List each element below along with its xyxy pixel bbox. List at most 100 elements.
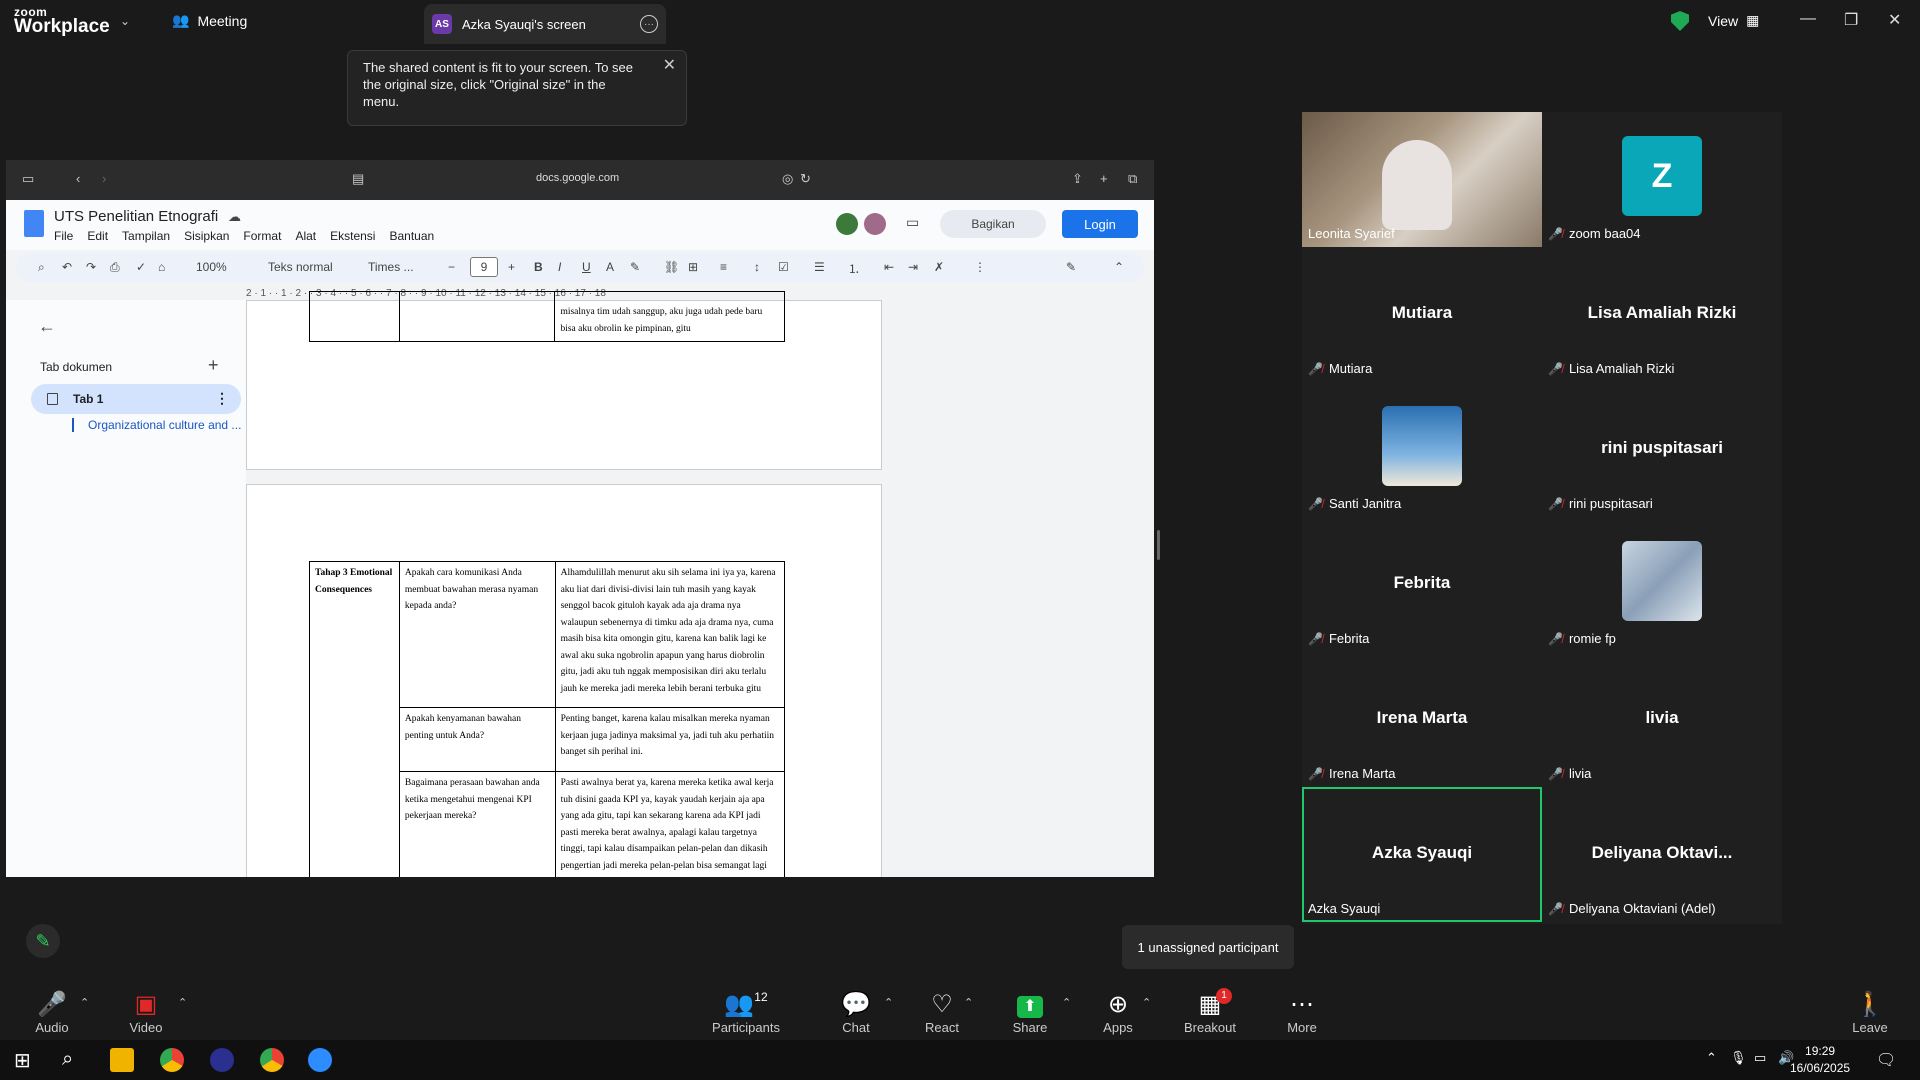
style-select[interactable]: Teks normal [268, 260, 333, 274]
restore-icon[interactable]: ❐ [1844, 10, 1858, 30]
chat-options-chevron-icon[interactable]: ⌃ [884, 996, 893, 1009]
menu-help[interactable]: Bantuan [389, 229, 434, 243]
undo-icon[interactable]: ↶ [62, 260, 72, 274]
paint-format-icon[interactable]: ⌂ [158, 260, 165, 274]
menu-format[interactable]: Format [243, 229, 281, 243]
search-icon[interactable]: ⌕ [38, 260, 45, 275]
collapse-icon[interactable]: ⌃ [1114, 260, 1124, 274]
participant-tile[interactable]: rini puspitasari 🎤̸ rini puspitasari [1542, 382, 1782, 517]
minimize-icon[interactable]: — [1800, 10, 1816, 28]
apps-button[interactable]: ⊕ Apps [1096, 990, 1140, 1035]
resize-handle[interactable] [1157, 530, 1160, 560]
more-vert-icon[interactable]: ⋮ [215, 390, 229, 407]
bullet-list-icon[interactable]: ☰ [814, 260, 825, 274]
bold-icon[interactable]: B [534, 260, 543, 274]
share-icon[interactable]: ⇪ [1072, 171, 1083, 187]
underline-icon[interactable]: U [582, 260, 591, 274]
document-title[interactable]: UTS Penelitian Etnografi [54, 208, 218, 225]
new-tab-icon[interactable]: + [1100, 171, 1108, 186]
participant-tile[interactable]: livia 🎤̸ livia [1542, 652, 1782, 787]
network-icon[interactable]: ▭ [1754, 1050, 1766, 1066]
tabs-overview-icon[interactable]: ⧉ [1128, 171, 1137, 187]
comment-icon[interactable]: ▭ [906, 214, 919, 231]
spellcheck-icon[interactable]: ✓ [136, 260, 146, 274]
url-text[interactable]: docs.google.com [536, 172, 619, 184]
shield-icon[interactable] [1671, 11, 1689, 31]
cloud-icon[interactable]: ☁ [228, 209, 241, 225]
audio-button[interactable]: 🎤 Audio [30, 990, 74, 1035]
collaborator-avatar[interactable] [836, 213, 858, 235]
more-button[interactable]: ⋯ More [1282, 990, 1322, 1035]
show-hidden-icons-icon[interactable]: ⌃ [1706, 1050, 1717, 1066]
chat-button[interactable]: 💬 Chat [836, 990, 876, 1035]
annotate-pencil-icon[interactable]: ✎ [26, 924, 60, 958]
increase-font-icon[interactable]: + [508, 260, 515, 274]
video-button[interactable]: ▣ Video [124, 990, 168, 1035]
font-select[interactable]: Times ... [368, 260, 414, 274]
checklist-icon[interactable]: ☑ [778, 260, 789, 274]
link-icon[interactable]: ⛓ [664, 260, 679, 274]
notifications-icon[interactable]: 🗨 [1876, 1050, 1896, 1070]
participant-tile-active-speaker[interactable]: Azka Syauqi Azka Syauqi [1302, 787, 1542, 922]
sidebar-toggle-icon[interactable]: ▭ [22, 171, 34, 187]
collaborator-avatar[interactable] [864, 213, 886, 235]
outline-item[interactable]: Organizational culture and ... [72, 418, 241, 432]
share-button[interactable]: Bagikan [940, 210, 1046, 238]
reader-icon[interactable]: ▤ [352, 171, 364, 187]
participant-tile[interactable]: 🎤̸ romie fp [1542, 517, 1782, 652]
chevron-down-icon[interactable]: ⌄ [120, 14, 130, 28]
docs-logo-icon[interactable] [24, 210, 44, 237]
menu-edit[interactable]: Edit [87, 229, 108, 243]
shared-screen-tab[interactable]: AS Azka Syauqi's screen ··· [424, 4, 666, 44]
line-spacing-icon[interactable]: ↕ [754, 260, 760, 274]
redo-icon[interactable]: ↷ [86, 260, 96, 274]
apps-options-chevron-icon[interactable]: ⌃ [1142, 996, 1151, 1009]
highlight-icon[interactable]: ✎ [630, 260, 640, 274]
decrease-indent-icon[interactable]: ⇤ [884, 260, 894, 274]
align-icon[interactable]: ≡ [720, 260, 727, 274]
menu-extensions[interactable]: Ekstensi [330, 229, 375, 243]
chrome-icon[interactable] [260, 1048, 284, 1072]
font-size-input[interactable]: 9 [470, 257, 498, 277]
back-arrow-icon[interactable]: ← [38, 316, 56, 337]
menu-tools[interactable]: Alat [295, 229, 316, 243]
add-tab-icon[interactable]: + [208, 355, 219, 376]
app-icon[interactable] [210, 1048, 234, 1072]
participant-tile[interactable]: Irena Marta 🎤̸ Irena Marta [1302, 652, 1542, 787]
participant-tile[interactable]: Deliyana Oktavi... 🎤̸ Deliyana Oktaviani … [1542, 787, 1782, 922]
clear-format-icon[interactable]: ✗ [934, 260, 944, 274]
microphone-icon[interactable]: 🎙 [1730, 1050, 1747, 1066]
more-options-icon[interactable]: ··· [640, 15, 658, 33]
zoom-logo[interactable]: zoom Workplace [14, 6, 110, 36]
participant-tile[interactable]: Febrita 🎤̸ Febrita [1302, 517, 1542, 652]
unassigned-participant-notice[interactable]: 1 unassigned participant [1122, 925, 1294, 969]
text-color-icon[interactable]: A [606, 260, 614, 274]
participant-tile[interactable]: Leonita Syarief [1302, 112, 1542, 247]
tab-1[interactable]: Tab 1 ⋮ [31, 384, 241, 414]
react-button[interactable]: ♡ React [920, 990, 964, 1035]
edit-mode-icon[interactable]: ✎ [1066, 260, 1076, 274]
print-icon[interactable]: ⎙ [110, 260, 120, 275]
participant-tile[interactable]: Mutiara 🎤̸ Mutiara [1302, 247, 1542, 382]
participant-tile[interactable]: Z 🎤̸ zoom baa04 [1542, 112, 1782, 247]
numbered-list-icon[interactable]: ⒈ [848, 260, 860, 277]
close-icon[interactable]: ✕ [1888, 10, 1901, 30]
zoom-select[interactable]: 100% [196, 260, 227, 274]
participants-button[interactable]: 👥12 Participants [708, 990, 784, 1035]
menu-insert[interactable]: Sisipkan [184, 229, 229, 243]
system-clock[interactable]: 19:29 16/06/2025 [1790, 1043, 1850, 1077]
insert-comment-icon[interactable]: ⊞ [688, 260, 698, 274]
login-button[interactable]: Login [1062, 210, 1138, 238]
decrease-font-icon[interactable]: − [448, 260, 455, 274]
share-options-chevron-icon[interactable]: ⌃ [1062, 996, 1071, 1009]
meeting-tab[interactable]: 👥 Meeting [172, 12, 247, 29]
view-button[interactable]: View ▦ [1708, 12, 1759, 29]
menu-view[interactable]: Tampilan [122, 229, 170, 243]
search-icon[interactable]: ⌕ [62, 1048, 73, 1071]
zoom-icon[interactable] [308, 1048, 332, 1072]
participant-tile[interactable]: Lisa Amaliah Rizki 🎤̸ Lisa Amaliah Rizki [1542, 247, 1782, 382]
privacy-icon[interactable]: ◎ [782, 171, 793, 187]
italic-icon[interactable]: I [558, 260, 561, 274]
chrome-icon[interactable] [160, 1048, 184, 1072]
close-icon[interactable]: ✕ [663, 57, 676, 74]
